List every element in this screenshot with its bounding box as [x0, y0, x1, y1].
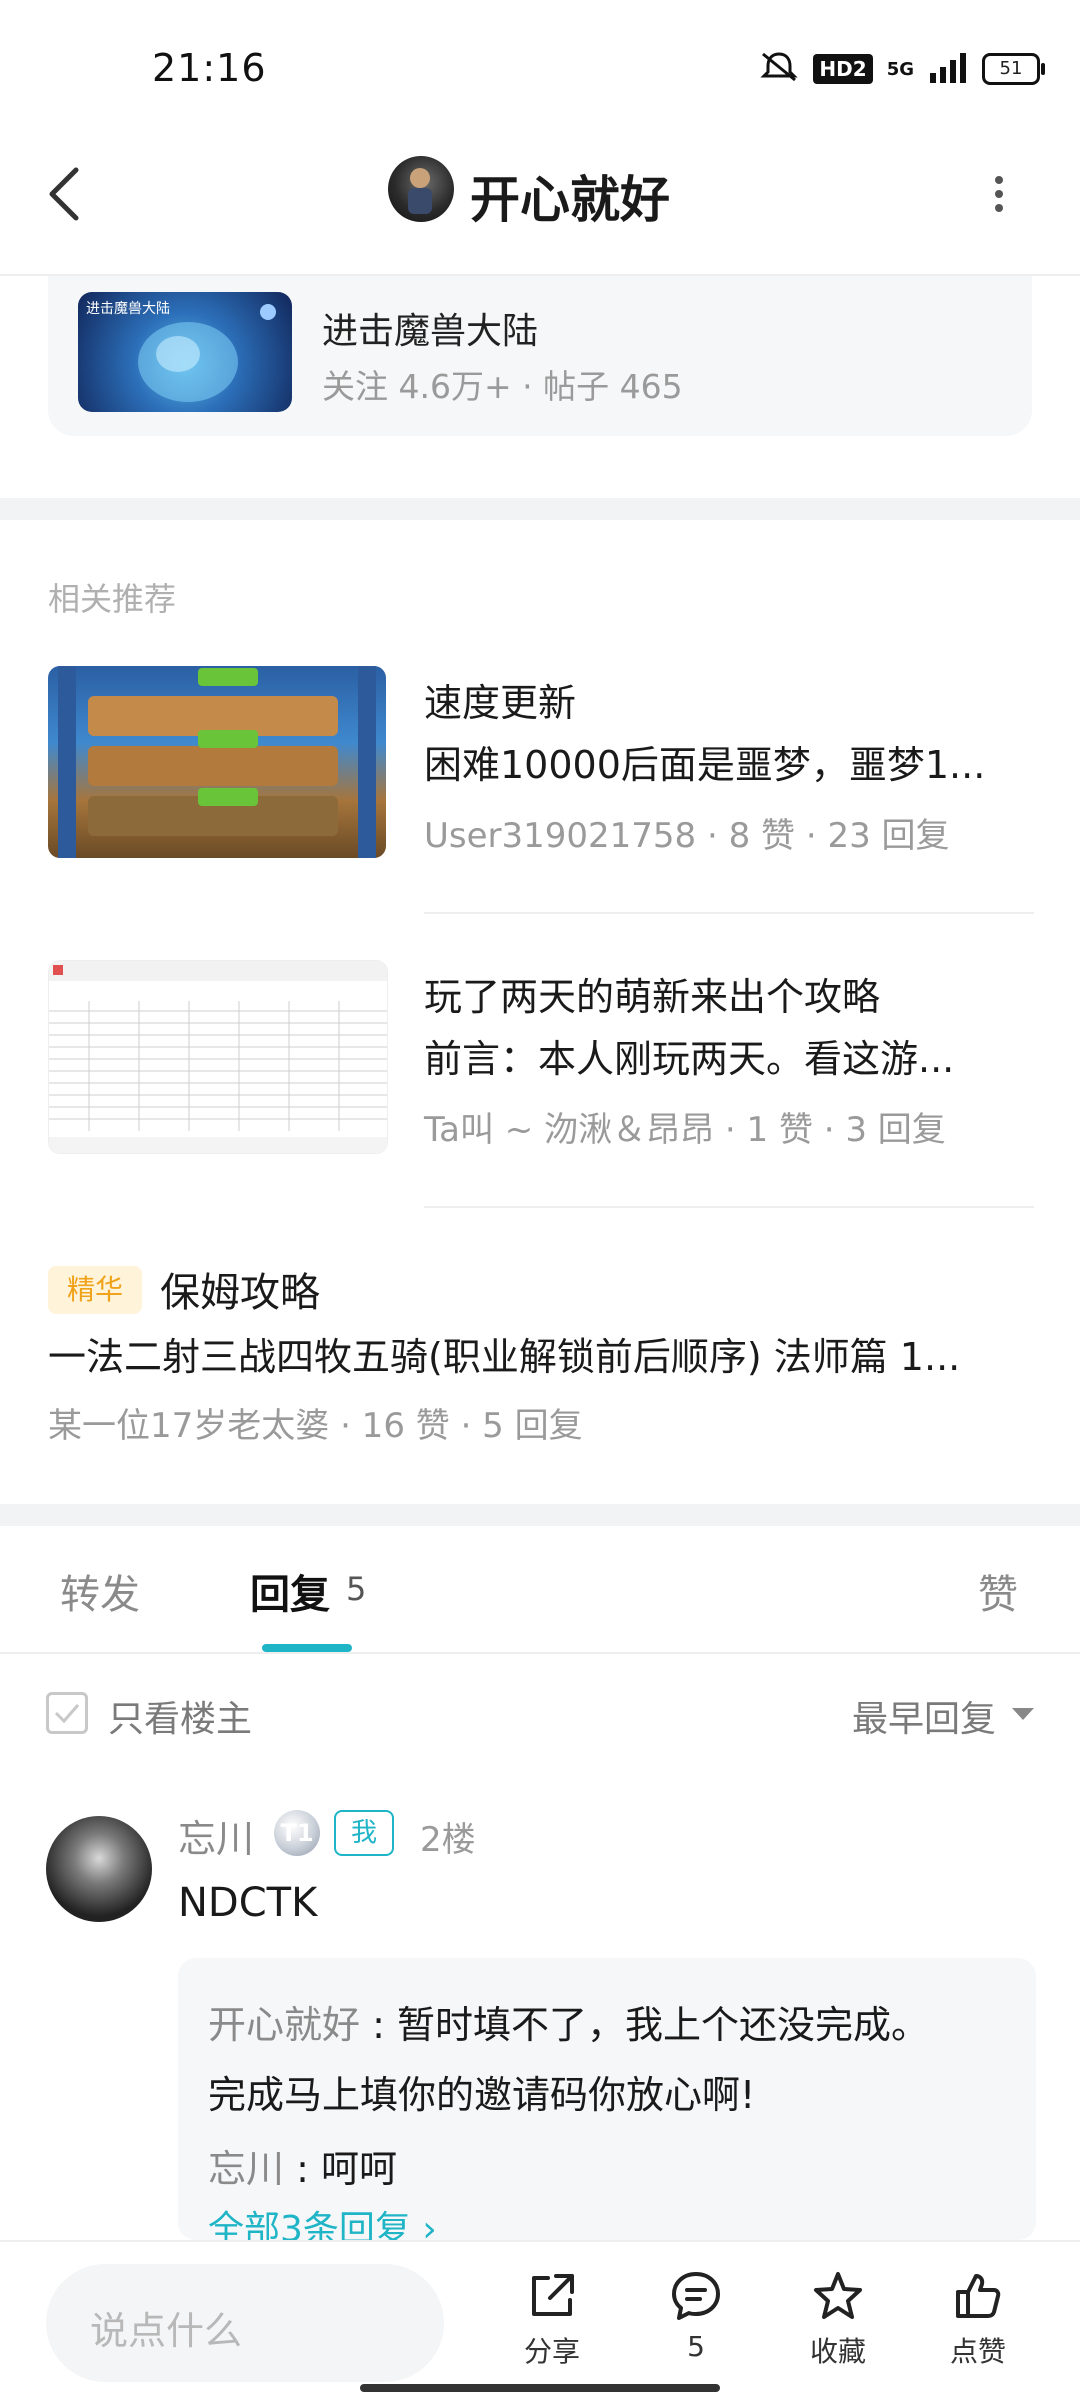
sub-reply-separator: : — [360, 2003, 397, 2047]
featured-title[interactable]: 保姆攻略 — [160, 1260, 320, 1318]
like-button[interactable]: 点赞 — [918, 2268, 1038, 2370]
signal-icon — [928, 51, 968, 87]
tab-forward[interactable]: 转发 — [60, 1562, 140, 1620]
hd-badge: HD2 — [813, 54, 873, 84]
recommendations-heading: 相关推荐 — [48, 580, 177, 618]
reply-avatar[interactable] — [46, 1816, 152, 1922]
sub-reply-author[interactable]: 忘川 — [208, 2147, 284, 2191]
reply-content: NDCTK — [178, 1880, 318, 1926]
author-avatar[interactable] — [388, 156, 454, 222]
more-button[interactable] — [984, 168, 1014, 220]
like-label: 点赞 — [949, 2335, 1006, 2368]
thumbs-up-icon — [956, 2274, 1001, 2318]
sub-reply-text: 呵呵 — [320, 2147, 397, 2191]
recommendation-title[interactable]: 速度更新 — [424, 672, 576, 727]
comment-bubble-icon — [672, 2272, 720, 2320]
tab-indicator — [262, 1644, 352, 1652]
list-separator — [424, 1206, 1034, 1208]
status-icons: HD2 5G 51 — [759, 50, 1045, 88]
recommendation-meta: User319021758 · 8 赞 · 23 回复 — [424, 816, 950, 856]
list-separator — [424, 912, 1034, 914]
share-button[interactable]: 分享 — [492, 2268, 612, 2370]
sub-reply-author[interactable]: 开心就好 — [208, 2003, 360, 2047]
comment-input[interactable]: 说点什么 — [46, 2264, 444, 2382]
section-divider — [0, 498, 1080, 520]
floor-number: 2楼 — [420, 1820, 476, 1860]
recommendation-thumbnail[interactable] — [48, 666, 386, 858]
more-vertical-icon — [995, 176, 1003, 212]
battery-icon: 51 — [982, 53, 1045, 85]
forum-thumb-text: 进击魔兽大陆 — [86, 301, 170, 317]
featured-subtitle: 一法二射三战四牧五骑(职业解锁前后顺序) 法师篇 1... — [48, 1335, 961, 1379]
comments-button[interactable]: 5 — [636, 2268, 756, 2363]
reply-count: 5 — [346, 1570, 367, 1608]
me-badge: 我 — [334, 1810, 394, 1856]
tab-like[interactable]: 赞 — [978, 1562, 1018, 1620]
check-icon — [54, 1704, 80, 1724]
favorite-button[interactable]: 收藏 — [778, 2268, 898, 2370]
tab-reply[interactable]: 回复 — [250, 1562, 330, 1620]
forum-thumbnail[interactable]: 进击魔兽大陆 — [78, 292, 292, 412]
sub-reply-continued: 完成马上填你的邀请码你放心啊! — [208, 2064, 755, 2119]
section-divider — [0, 1504, 1080, 1526]
featured-meta: 某一位17岁老太婆 · 16 赞 · 5 回复 — [48, 1406, 583, 1446]
featured-badge: 精华 — [48, 1266, 142, 1314]
star-icon — [814, 2272, 862, 2319]
avatar-figure-icon — [408, 168, 432, 214]
sub-reply-separator: : — [284, 2147, 321, 2191]
forum-name[interactable]: 进击魔兽大陆 — [322, 302, 538, 354]
recommendation-title[interactable]: 玩了两天的萌新来出个攻略 — [424, 966, 880, 1021]
comment-placeholder: 说点什么 — [90, 2309, 243, 2353]
sub-reply-text: 完成马上填你的邀请码你放心啊! — [208, 2073, 756, 2117]
recommendation-meta: Ta叫 ~ 沕湫＆昂昂 · 1 赞 · 3 回复 — [424, 1110, 946, 1150]
sub-reply-text: 暂时填不了，我上个还没完成。 — [396, 2003, 929, 2047]
caret-down-icon[interactable] — [1012, 1708, 1034, 1720]
recommendation-subtitle: 困难10000后面是噩梦，噩梦1... — [424, 743, 986, 787]
game-screenshot-image — [58, 666, 376, 858]
tabs-divider — [0, 1652, 1080, 1654]
home-indicator[interactable] — [360, 2384, 720, 2392]
share-icon — [532, 2274, 574, 2316]
only-op-label[interactable]: 只看楼主 — [108, 1690, 252, 1742]
spreadsheet-screenshot-image — [49, 961, 387, 1153]
favorite-label: 收藏 — [809, 2335, 866, 2368]
sort-dropdown[interactable]: 最早回复 — [852, 1690, 996, 1742]
back-button[interactable] — [40, 158, 90, 228]
recommendation-thumbnail[interactable] — [48, 960, 388, 1154]
status-time: 21:16 — [152, 46, 267, 90]
forum-meta: 关注 4.6万+ · 帖子 465 — [322, 367, 683, 406]
comments-count: 5 — [687, 2330, 705, 2363]
sub-reply: 开心就好 : 暂时填不了，我上个还没完成。 — [208, 1994, 929, 2049]
only-op-checkbox[interactable] — [46, 1692, 88, 1734]
page-title: 开心就好 — [470, 171, 670, 229]
level-badge: T1 — [274, 1810, 320, 1856]
share-label: 分享 — [523, 2335, 580, 2368]
back-arrow-icon — [49, 167, 79, 221]
mute-icon — [759, 50, 799, 88]
network-label: 5G — [886, 58, 914, 80]
recommendation-subtitle: 前言：本人刚玩两天。看这游... — [424, 1037, 955, 1081]
reply-author[interactable]: 忘川 — [178, 1808, 254, 1863]
sub-reply: 忘川 : 呵呵 — [208, 2138, 397, 2193]
